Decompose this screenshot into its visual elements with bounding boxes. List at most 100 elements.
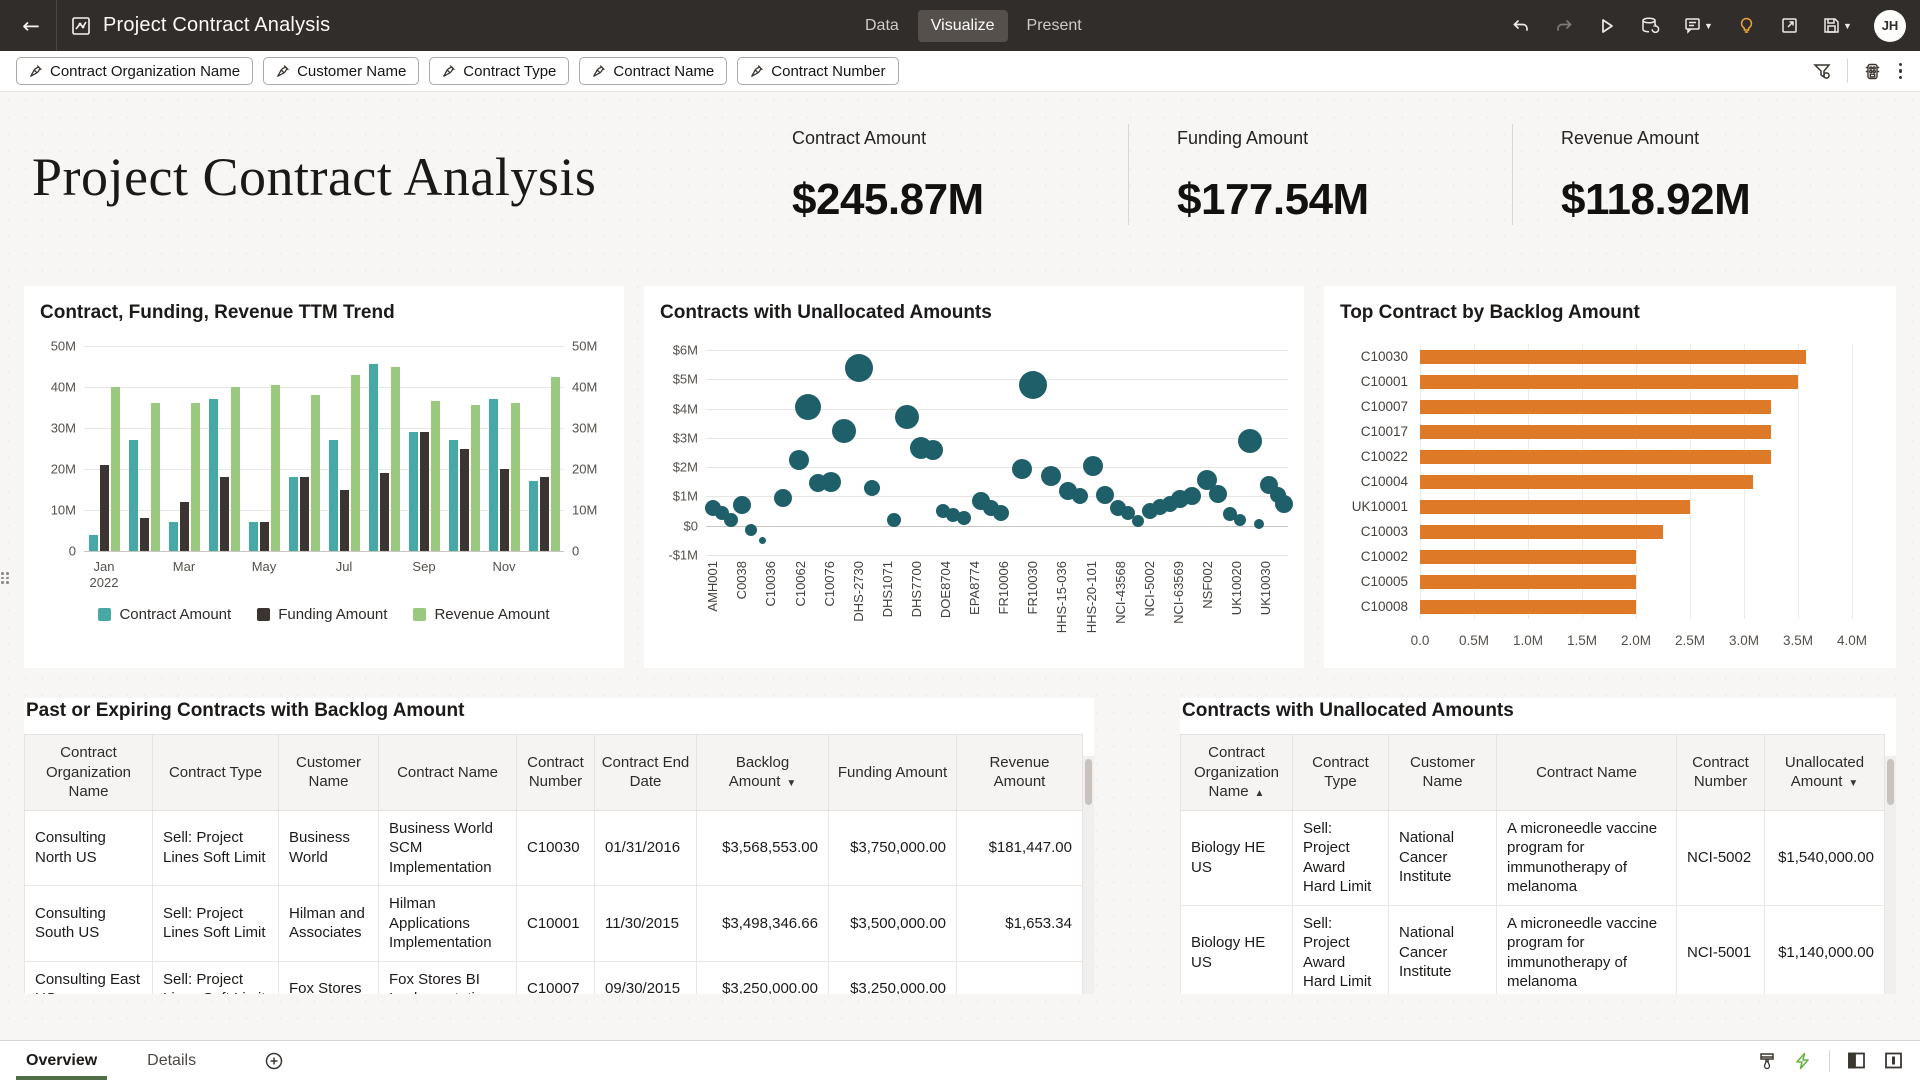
column-header-contract-type[interactable]: Contract Type [153, 735, 279, 811]
canvas-style-brush-icon[interactable] [1757, 1051, 1777, 1071]
expiring-contracts-table-card[interactable]: Past or Expiring Contracts with Backlog … [24, 698, 1094, 994]
column-header-contract-organization-name[interactable]: Contract Organization Name▲ [1181, 735, 1293, 811]
bar-funding-amount[interactable] [500, 469, 509, 551]
data-point[interactable] [795, 394, 821, 420]
bar-C10005[interactable] [1420, 575, 1636, 589]
table-cell[interactable]: 11/30/2015 [595, 886, 697, 962]
bar-revenue-amount[interactable] [391, 367, 400, 552]
bar-revenue-amount[interactable] [551, 377, 560, 551]
column-header-contract-name[interactable]: Contract Name [1497, 735, 1677, 811]
insights-bulb-icon[interactable] [1729, 9, 1763, 43]
data-point[interactable] [1019, 371, 1047, 399]
bar-revenue-amount[interactable] [111, 387, 120, 551]
comments-icon[interactable]: ▼ [1676, 9, 1720, 43]
table-cell[interactable]: NCI-5001 [1677, 905, 1765, 994]
top-contract-chart-card[interactable]: Top Contract by Backlog AmountC10030C100… [1324, 286, 1896, 668]
table-cell[interactable]: $3,498,346.66 [697, 886, 829, 962]
table-cell[interactable]: A microneedle vaccine program for immuno… [1497, 810, 1677, 905]
table-row[interactable]: Biology HE USSell: Project Award Hard Li… [1181, 810, 1885, 905]
avatar[interactable]: JH [1874, 10, 1906, 42]
filter-pill-contract-organization-name[interactable]: Contract Organization Name [16, 57, 253, 85]
data-point[interactable] [745, 524, 757, 536]
data-point[interactable] [864, 480, 880, 496]
table-cell[interactable]: National Cancer Institute [1389, 810, 1497, 905]
table-cell[interactable]: Consulting South US [25, 886, 153, 962]
bar-revenue-amount[interactable] [231, 387, 240, 551]
bar-C10002[interactable] [1420, 550, 1636, 564]
column-header-contract-number[interactable]: Contract Number [517, 735, 595, 811]
table-cell[interactable]: Biology HE US [1181, 810, 1293, 905]
kpi-revenue-amount[interactable]: Revenue Amount$118.92M [1512, 124, 1896, 225]
bar-contract-amount[interactable] [329, 440, 338, 551]
data-point[interactable] [759, 537, 766, 544]
bar-contract-amount[interactable] [489, 399, 498, 551]
bar-C10030[interactable] [1420, 350, 1806, 364]
performance-bolt-icon[interactable] [1793, 1051, 1813, 1071]
filter-pill-contract-name[interactable]: Contract Name [579, 57, 727, 85]
table-cell[interactable]: Sell: Project Lines Soft Limit [153, 961, 279, 994]
data-point[interactable] [923, 440, 943, 460]
filter-settings-icon[interactable] [1812, 61, 1833, 82]
bar-C10001[interactable] [1420, 375, 1798, 389]
refresh-data-icon[interactable] [1633, 9, 1667, 43]
bar-funding-amount[interactable] [300, 477, 309, 551]
table-cell[interactable]: C10030 [517, 810, 595, 886]
column-header-contract-name[interactable]: Contract Name [379, 735, 517, 811]
table-cell[interactable]: $3,750,000.00 [829, 810, 957, 886]
table-cell[interactable]: $1,140,000.00 [1765, 905, 1885, 994]
legend-item[interactable]: Contract Amount [98, 606, 231, 623]
bar-funding-amount[interactable] [380, 473, 389, 551]
bar-UK10001[interactable] [1420, 500, 1690, 514]
data-point[interactable] [832, 419, 856, 443]
data-point[interactable] [1041, 466, 1061, 486]
data-point[interactable] [1275, 495, 1293, 513]
table-cell[interactable]: $3,500,000.00 [829, 886, 957, 962]
data-point[interactable] [789, 450, 809, 470]
table-cell[interactable]: $181,447.00 [957, 810, 1083, 886]
data-point[interactable] [733, 496, 751, 514]
bar-revenue-amount[interactable] [191, 403, 200, 551]
data-point[interactable] [821, 472, 841, 492]
bar-funding-amount[interactable] [140, 518, 149, 551]
data-point[interactable] [1234, 514, 1246, 526]
table-cell[interactable]: National Cancer Institute [1389, 905, 1497, 994]
scrollbar-thumb[interactable] [1887, 759, 1894, 805]
bar-funding-amount[interactable] [180, 502, 189, 551]
data-point[interactable] [895, 405, 919, 429]
bar-C10017[interactable] [1420, 425, 1771, 439]
legend-item[interactable]: Revenue Amount [413, 606, 549, 623]
legend-item[interactable]: Funding Amount [257, 606, 387, 623]
bar-contract-amount[interactable] [169, 522, 178, 551]
canvas-tab-details[interactable]: Details [137, 1041, 206, 1080]
bar-contract-amount[interactable] [409, 432, 418, 551]
bar-contract-amount[interactable] [249, 522, 258, 551]
column-header-funding-amount[interactable]: Funding Amount [829, 735, 957, 811]
more-options-icon[interactable] [1897, 61, 1905, 82]
bar-revenue-amount[interactable] [471, 405, 480, 551]
bar-C10003[interactable] [1420, 525, 1663, 539]
canvas-tab-overview[interactable]: Overview [16, 1041, 107, 1080]
table-cell[interactable]: 09/30/2015 [595, 961, 697, 994]
data-point[interactable] [1183, 487, 1201, 505]
kpi-funding-amount[interactable]: Funding Amount$177.54M [1128, 124, 1512, 225]
back-button[interactable]: ← [14, 9, 48, 43]
bar-contract-amount[interactable] [289, 477, 298, 551]
table-cell[interactable]: Sell: Project Award Hard Limit [1293, 905, 1389, 994]
bar-revenue-amount[interactable] [151, 403, 160, 551]
data-point[interactable] [993, 505, 1009, 521]
table-row[interactable]: Consulting East USSell: Project Lines So… [25, 961, 1083, 994]
table-cell[interactable]: $3,568,553.00 [697, 810, 829, 886]
table-cell[interactable]: Hilman and Associates [279, 886, 379, 962]
filter-pill-contract-number[interactable]: Contract Number [737, 57, 898, 85]
bar-revenue-amount[interactable] [351, 375, 360, 551]
table-cell[interactable]: Business World SCM Implementation [379, 810, 517, 886]
tab-present[interactable]: Present [1014, 10, 1095, 42]
unallocated-contracts-table-card[interactable]: Contracts with Unallocated AmountsContra… [1180, 698, 1896, 994]
table-cell[interactable]: Sell: Project Award Hard Limit [1293, 810, 1389, 905]
add-canvas-icon[interactable] [264, 1051, 284, 1071]
table-cell[interactable]: Biology HE US [1181, 905, 1293, 994]
bar-contract-amount[interactable] [129, 440, 138, 551]
table-cell[interactable]: Fox Stores [279, 961, 379, 994]
scatter-chart-card[interactable]: Contracts with Unallocated Amounts$6M$5M… [644, 286, 1304, 668]
table-cell[interactable]: Sell: Project Lines Soft Limit [153, 810, 279, 886]
